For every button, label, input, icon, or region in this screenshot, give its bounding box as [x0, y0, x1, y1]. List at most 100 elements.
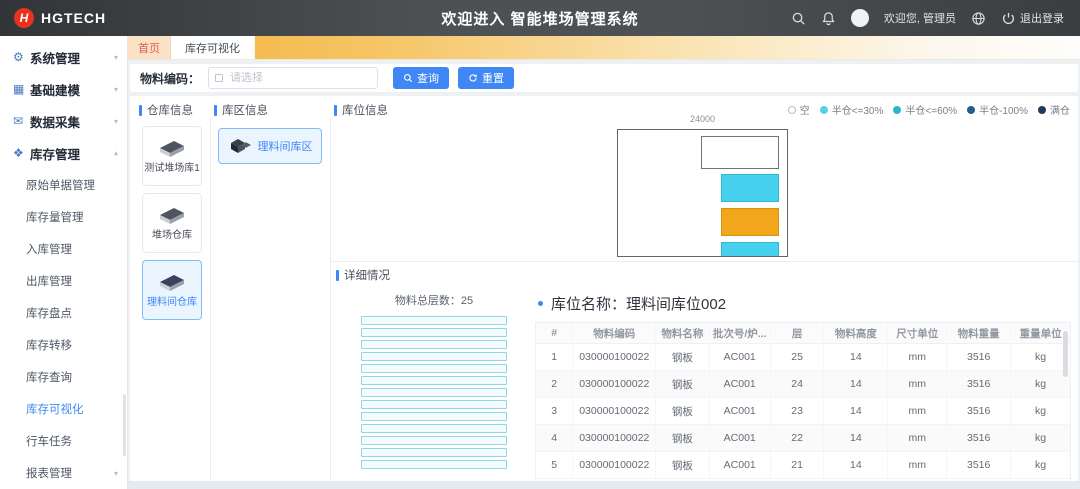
- stack-layer: [361, 388, 507, 397]
- sidebar-item[interactable]: 报表管理 ▾: [0, 457, 127, 489]
- legend-swatch: [788, 106, 796, 114]
- sidebar-item[interactable]: 出库管理 ▾: [0, 265, 127, 297]
- stack-layer: [361, 340, 507, 349]
- warehouse-section-title: 仓库信息: [139, 102, 193, 118]
- sidebar-item[interactable]: 原始单据管理 ▾: [0, 169, 127, 201]
- table-cell: kg: [1011, 398, 1070, 424]
- table-cell: 3516: [947, 371, 1011, 397]
- query-button-label: 查询: [417, 70, 439, 86]
- area-card[interactable]: 理料间库区: [218, 128, 322, 164]
- sidebar-item[interactable]: 基础建模 ▾: [0, 73, 127, 105]
- table-cell: 14: [824, 425, 888, 451]
- section-title-text: 仓库信息: [147, 102, 193, 118]
- warehouse-card[interactable]: 测试堆场库1: [142, 126, 202, 186]
- tab[interactable]: 库存可视化: [171, 36, 255, 59]
- sidebar-menu: 系统管理 ▾ 基础建模 ▾ 数据采集 ▾ 库存管理 ▾ 原始单据管理: [0, 36, 127, 489]
- warehouse-slab-icon: [155, 138, 189, 160]
- table-cell: 14: [824, 344, 888, 370]
- storage-slot[interactable]: [721, 208, 779, 236]
- sidebar-item-label: 库存量管理: [26, 209, 84, 225]
- welcome-text: 欢迎您, 管理员: [884, 10, 956, 26]
- warehouse-outline: [617, 129, 788, 257]
- sidebar-scrollbar[interactable]: [123, 394, 126, 456]
- query-button[interactable]: 查询: [393, 67, 449, 89]
- power-icon: [1001, 11, 1016, 26]
- material-code-input-wrap: [208, 67, 378, 89]
- horizontal-scrollbar-track[interactable]: [128, 481, 1080, 489]
- sidebar-item[interactable]: 入库管理 ▾: [0, 233, 127, 265]
- storage-slot[interactable]: [701, 136, 779, 169]
- table-cell: 24: [771, 371, 824, 397]
- table-row[interactable]: 3 030000100022 钢板 AC001 23 14 mm 3516 kg: [536, 398, 1070, 425]
- table-scrollbar[interactable]: [1063, 331, 1068, 377]
- menu-icon: [13, 51, 30, 63]
- table-row[interactable]: 5 030000100022 钢板 AC001 21 14 mm 3516 kg: [536, 452, 1070, 479]
- warehouse-name: 理料间仓库: [147, 297, 197, 308]
- sidebar-item-label: 报表管理: [26, 465, 72, 481]
- sidebar-item-label: 库存可视化: [26, 401, 84, 417]
- table-header-cell: 物料高度: [824, 323, 888, 343]
- location-section-title: 库位信息: [334, 102, 388, 118]
- table-row[interactable]: 1 030000100022 钢板 AC001 25 14 mm 3516 kg: [536, 344, 1070, 371]
- table-cell: 3516: [947, 425, 1011, 451]
- table-cell: 22: [771, 425, 824, 451]
- sidebar-item[interactable]: 行车任务 ▾: [0, 425, 127, 457]
- sidebar-item-label: 库存查询: [26, 369, 72, 385]
- search-icon[interactable]: [791, 11, 806, 26]
- language-globe-icon[interactable]: [971, 11, 986, 26]
- table-cell: kg: [1011, 452, 1070, 478]
- legend-item: 半仓<=60%: [893, 102, 957, 117]
- storage-slot[interactable]: [721, 174, 779, 202]
- search-icon: [403, 73, 413, 83]
- title-accent-bar: [334, 105, 337, 116]
- table-row[interactable]: 4 030000100022 钢板 AC001 22 14 mm 3516 kg: [536, 425, 1070, 452]
- stack-layer: [361, 352, 507, 361]
- search-toolbar: 物料编码： 查询 重置: [130, 64, 1078, 92]
- content-area: 物料编码： 查询 重置: [128, 60, 1080, 489]
- table-header-cell: 物料编码: [573, 323, 656, 343]
- chevron-down-icon: ▾: [114, 469, 118, 478]
- legend-item: 空: [788, 102, 810, 117]
- sidebar-item[interactable]: 库存盘点 ▾: [0, 297, 127, 329]
- sidebar-item[interactable]: 库存可视化 ▾: [0, 393, 127, 425]
- table-row[interactable]: 2 030000100022 钢板 AC001 24 14 mm 3516 kg: [536, 371, 1070, 398]
- location-name-label: 库位名称：: [551, 293, 626, 314]
- logout-button[interactable]: 退出登录: [1001, 10, 1064, 26]
- reset-button[interactable]: 重置: [458, 67, 514, 89]
- sidebar-item-label: 库存盘点: [26, 305, 72, 321]
- dimension-label: 24000: [617, 114, 788, 127]
- main-area: 首页 库存可视化 物料编码： 查询: [128, 36, 1080, 489]
- tab[interactable]: 首页: [128, 36, 171, 59]
- table-header-row: #物料编码物料名称批次号/炉...层物料高度尺寸单位物料重量重量单位: [536, 323, 1070, 344]
- location-visualization: 24000: [617, 114, 788, 257]
- avatar[interactable]: [851, 9, 869, 27]
- sidebar-item[interactable]: 库存转移 ▾: [0, 329, 127, 361]
- reset-button-label: 重置: [482, 70, 504, 86]
- table-cell: 14: [824, 371, 888, 397]
- table-cell: 14: [824, 398, 888, 424]
- warehouse-card[interactable]: 理料间仓库: [142, 260, 202, 320]
- sidebar-item[interactable]: 库存管理 ▾: [0, 137, 127, 169]
- table-cell: 3516: [947, 452, 1011, 478]
- sidebar-item[interactable]: 库存量管理 ▾: [0, 201, 127, 233]
- area-section-title: 库区信息: [214, 102, 268, 118]
- sidebar-item[interactable]: 系统管理 ▾: [0, 41, 127, 73]
- sidebar-item-label: 数据采集: [30, 112, 80, 131]
- storage-slot[interactable]: [721, 242, 779, 257]
- sidebar-item[interactable]: 库存查询 ▾: [0, 361, 127, 393]
- sidebar-item[interactable]: 数据采集 ▾: [0, 105, 127, 137]
- menu-icon: [13, 147, 30, 159]
- stack-layer: [361, 400, 507, 409]
- warehouse-slab-icon: [155, 272, 189, 294]
- legend-swatch: [967, 106, 975, 114]
- location-name-value: 理料间库位002: [626, 293, 726, 314]
- warehouse-card[interactable]: 堆场仓库: [142, 193, 202, 253]
- legend-item: 半仓<=30%: [820, 102, 884, 117]
- notification-bell-icon[interactable]: [821, 11, 836, 26]
- table-cell: 1: [536, 344, 573, 370]
- table-header-cell: #: [536, 323, 573, 343]
- detail-divider: [330, 261, 1078, 262]
- column-divider: [330, 118, 331, 481]
- materials-table: #物料编码物料名称批次号/炉...层物料高度尺寸单位物料重量重量单位 1 030…: [535, 322, 1071, 481]
- material-code-input[interactable]: [208, 67, 378, 89]
